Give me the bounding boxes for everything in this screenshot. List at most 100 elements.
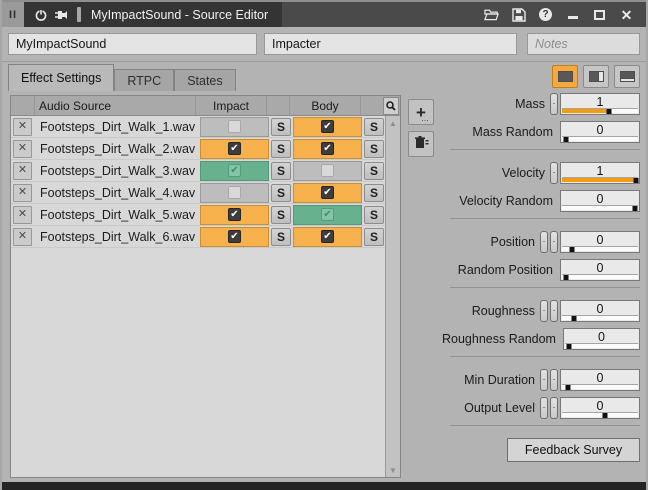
slider-handle[interactable] bbox=[540, 397, 548, 419]
maximize-icon[interactable] bbox=[592, 7, 607, 22]
param-range-bar[interactable] bbox=[562, 108, 638, 113]
remove-row-button[interactable]: ✕ bbox=[13, 118, 32, 136]
param-value-box[interactable]: 0 bbox=[560, 231, 640, 253]
impact-cell[interactable]: ✔ bbox=[200, 183, 269, 203]
single-pane-view-button[interactable] bbox=[552, 65, 578, 88]
param-range-marker[interactable] bbox=[572, 316, 577, 321]
impact-cell[interactable]: ✔ bbox=[200, 117, 269, 137]
header-impact[interactable]: Impact bbox=[195, 96, 266, 115]
solo-impact-button[interactable]: S bbox=[271, 118, 291, 136]
tab-effect-settings[interactable]: Effect Settings bbox=[8, 64, 114, 91]
close-icon[interactable]: ✕ bbox=[619, 7, 634, 22]
param-value-box[interactable]: 0 bbox=[560, 369, 640, 391]
slider-handle[interactable] bbox=[540, 231, 548, 253]
param-range-marker[interactable] bbox=[633, 178, 638, 183]
solo-body-button[interactable]: S bbox=[364, 162, 384, 180]
param-range-bar[interactable] bbox=[562, 384, 638, 389]
body-cell[interactable]: ✔ bbox=[293, 227, 362, 247]
slider-handle[interactable] bbox=[550, 162, 558, 184]
remove-row-button[interactable]: ✕ bbox=[13, 206, 32, 224]
notes-input[interactable] bbox=[527, 33, 640, 55]
solo-body-button[interactable]: S bbox=[364, 184, 384, 202]
help-icon[interactable]: ? bbox=[538, 7, 553, 22]
search-icon[interactable] bbox=[383, 97, 399, 115]
body-checkbox[interactable]: ✔ bbox=[321, 120, 334, 133]
impact-cell[interactable]: ✔ bbox=[200, 139, 269, 159]
solo-body-button[interactable]: S bbox=[364, 206, 384, 224]
param-range-bar[interactable] bbox=[562, 315, 638, 320]
param-range-bar[interactable] bbox=[562, 412, 638, 417]
body-checkbox[interactable]: ✔ bbox=[321, 186, 334, 199]
open-folder-icon[interactable] bbox=[484, 7, 499, 22]
impact-cell[interactable]: ✔ bbox=[200, 205, 269, 225]
header-audio-source[interactable]: Audio Source bbox=[34, 96, 195, 115]
solo-impact-button[interactable]: S bbox=[271, 162, 291, 180]
feedback-survey-button[interactable]: Feedback Survey bbox=[507, 438, 640, 462]
param-value-box[interactable]: 0 bbox=[560, 300, 640, 322]
impact-cell[interactable]: ✔ bbox=[200, 161, 269, 181]
audio-source-name[interactable]: Footsteps_Dirt_Walk_3.wav bbox=[32, 164, 199, 178]
body-cell[interactable]: ✔ bbox=[293, 117, 362, 137]
scroll-up-arrow[interactable]: ▲ bbox=[386, 116, 400, 130]
object-name-input[interactable] bbox=[8, 33, 257, 55]
slider-handle[interactable] bbox=[550, 93, 558, 115]
tab-rtpc[interactable]: RTPC bbox=[114, 69, 174, 91]
tab-states[interactable]: States bbox=[174, 69, 235, 91]
impact-checkbox[interactable]: ✔ bbox=[228, 120, 241, 133]
param-range-marker[interactable] bbox=[632, 206, 637, 211]
slider-handle[interactable] bbox=[540, 300, 548, 322]
solo-body-button[interactable]: S bbox=[364, 140, 384, 158]
solo-impact-button[interactable]: S bbox=[271, 228, 291, 246]
solo-impact-button[interactable]: S bbox=[271, 206, 291, 224]
audio-source-name[interactable]: Footsteps_Dirt_Walk_5.wav bbox=[32, 208, 199, 222]
scroll-down-arrow[interactable]: ▼ bbox=[386, 463, 400, 477]
slider-handle[interactable] bbox=[550, 369, 558, 391]
param-range-marker[interactable] bbox=[603, 413, 608, 418]
body-cell[interactable]: ✔ bbox=[293, 205, 362, 225]
impact-checkbox[interactable]: ✔ bbox=[228, 142, 241, 155]
add-source-button[interactable]: + … bbox=[408, 99, 434, 125]
param-value-box[interactable]: 1 bbox=[560, 93, 640, 115]
pin-button[interactable]: II bbox=[2, 2, 24, 27]
solo-impact-button[interactable]: S bbox=[271, 184, 291, 202]
audio-source-name[interactable]: Footsteps_Dirt_Walk_4.wav bbox=[32, 186, 199, 200]
impact-checkbox[interactable]: ✔ bbox=[228, 208, 241, 221]
body-checkbox[interactable]: ✔ bbox=[321, 164, 334, 177]
body-cell[interactable]: ✔ bbox=[293, 139, 362, 159]
param-value-box[interactable]: 0 bbox=[560, 259, 640, 281]
param-range-marker[interactable] bbox=[566, 385, 571, 390]
split-vertical-view-button[interactable] bbox=[583, 65, 609, 88]
slider-handle[interactable] bbox=[550, 397, 558, 419]
audio-source-name[interactable]: Footsteps_Dirt_Walk_1.wav bbox=[32, 120, 199, 134]
param-range-bar[interactable] bbox=[562, 177, 638, 182]
body-checkbox[interactable]: ✔ bbox=[321, 142, 334, 155]
window-title-tab[interactable]: MyImpactSound - Source Editor bbox=[24, 2, 282, 27]
table-scrollbar[interactable]: ▲ ▼ bbox=[385, 116, 400, 477]
remove-row-button[interactable]: ✕ bbox=[13, 228, 32, 246]
param-range-marker[interactable] bbox=[607, 109, 612, 114]
param-value-box[interactable]: 1 bbox=[560, 162, 640, 184]
param-range-marker[interactable] bbox=[569, 247, 574, 252]
impact-checkbox[interactable]: ✔ bbox=[228, 230, 241, 243]
param-range-bar[interactable] bbox=[562, 205, 638, 210]
slider-handle[interactable] bbox=[550, 300, 558, 322]
remove-row-button[interactable]: ✕ bbox=[13, 184, 32, 202]
param-range-marker[interactable] bbox=[563, 275, 568, 280]
solo-body-button[interactable]: S bbox=[364, 118, 384, 136]
param-range-bar[interactable] bbox=[562, 136, 638, 141]
remove-row-button[interactable]: ✕ bbox=[13, 162, 32, 180]
remove-row-button[interactable]: ✕ bbox=[13, 140, 32, 158]
body-checkbox[interactable]: ✔ bbox=[321, 208, 334, 221]
save-icon[interactable] bbox=[511, 7, 526, 22]
param-value-box[interactable]: 0 bbox=[560, 397, 640, 419]
param-range-marker[interactable] bbox=[567, 344, 572, 349]
split-horizontal-view-button[interactable] bbox=[614, 65, 640, 88]
impact-cell[interactable]: ✔ bbox=[200, 227, 269, 247]
header-body[interactable]: Body bbox=[289, 96, 360, 115]
solo-body-button[interactable]: S bbox=[364, 228, 384, 246]
impact-checkbox[interactable]: ✔ bbox=[228, 164, 241, 177]
param-range-bar[interactable] bbox=[562, 246, 638, 251]
audio-source-name[interactable]: Footsteps_Dirt_Walk_6.wav bbox=[32, 230, 199, 244]
param-value-box[interactable]: 0 bbox=[560, 121, 640, 143]
param-range-bar[interactable] bbox=[562, 274, 638, 279]
